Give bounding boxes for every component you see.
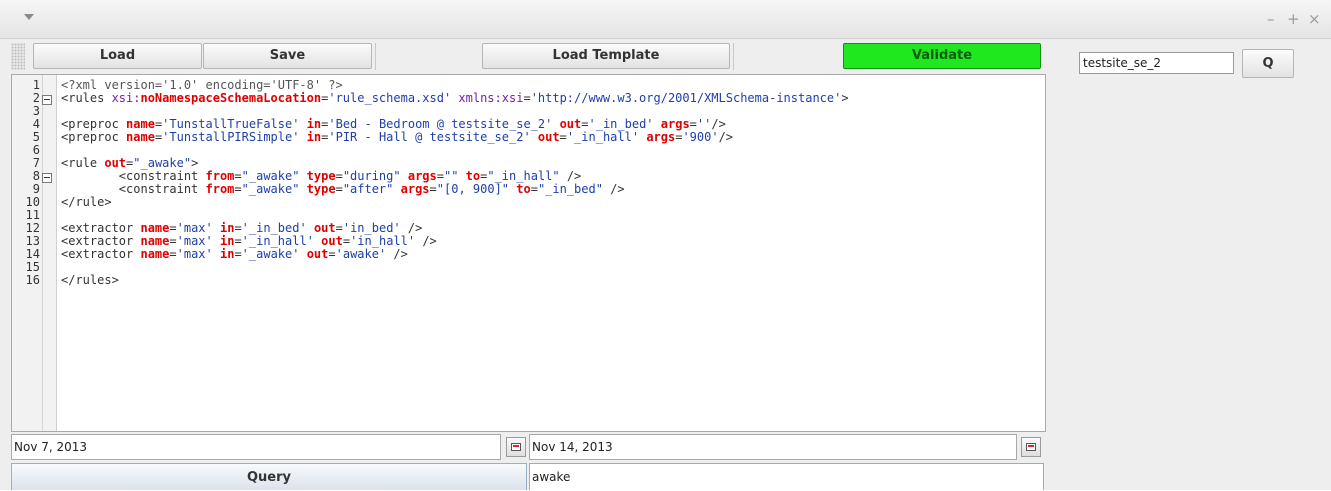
line-number: 16 [25, 273, 40, 287]
line-number-gutter: 1 2 3 4 5 6 7 8 9 10 11 12 13 14 15 16 [12, 75, 57, 431]
load-template-button[interactable]: Load Template [482, 43, 730, 69]
end-date-calendar-button[interactable] [1021, 437, 1041, 457]
fold-toggle-icon[interactable] [42, 95, 52, 105]
code-line[interactable] [61, 261, 849, 274]
end-date-field[interactable]: Nov 14, 2013 [529, 434, 1017, 460]
toolbar-grip-handle[interactable] [11, 43, 25, 70]
maximize-icon[interactable]: + [1287, 10, 1300, 28]
query-result-field[interactable]: awake [529, 463, 1044, 490]
app-window: – + × Load Save Load Template Validate Q… [0, 0, 1331, 490]
load-button[interactable]: Load [33, 43, 202, 69]
search-button[interactable]: Q [1242, 49, 1294, 78]
gutter-divider [42, 75, 43, 431]
code-line[interactable]: </rule> [61, 196, 849, 209]
toolbar: Load Save Load Template Validate [11, 43, 1044, 70]
calendar-icon [1026, 443, 1036, 451]
xml-editor[interactable]: 1 2 3 4 5 6 7 8 9 10 11 12 13 14 15 16 <?xml version='1… [11, 74, 1046, 432]
window-menu-icon[interactable] [24, 14, 34, 20]
minimize-icon[interactable]: – [1267, 10, 1275, 28]
calendar-icon [511, 443, 521, 451]
title-bar: – + × [0, 0, 1331, 39]
close-icon[interactable]: × [1308, 10, 1321, 28]
query-button[interactable]: Query [11, 463, 527, 490]
code-line[interactable]: <rules xsi:noNamespaceSchemaLocation='ru… [61, 92, 849, 105]
code-line[interactable]: <constraint from="_awake" type="after" a… [61, 183, 849, 196]
start-date-field[interactable]: Nov 7, 2013 [11, 434, 501, 460]
validate-button[interactable]: Validate [843, 43, 1041, 69]
start-date-calendar-button[interactable] [506, 437, 526, 457]
fold-toggle-icon[interactable] [42, 173, 52, 183]
toolbar-separator [733, 43, 734, 70]
code-line[interactable]: <preproc name='TunstallPIRSimple' in='PI… [61, 131, 849, 144]
code-line[interactable]: <extractor name='max' in='_awake' out='a… [61, 248, 849, 261]
save-button[interactable]: Save [203, 43, 372, 69]
code-content[interactable]: <?xml version='1.0' encoding='UTF-8' ?> <… [61, 79, 849, 287]
code-line[interactable]: </rules> [61, 274, 849, 287]
toolbar-separator [375, 43, 376, 70]
site-search-input[interactable] [1079, 52, 1234, 74]
